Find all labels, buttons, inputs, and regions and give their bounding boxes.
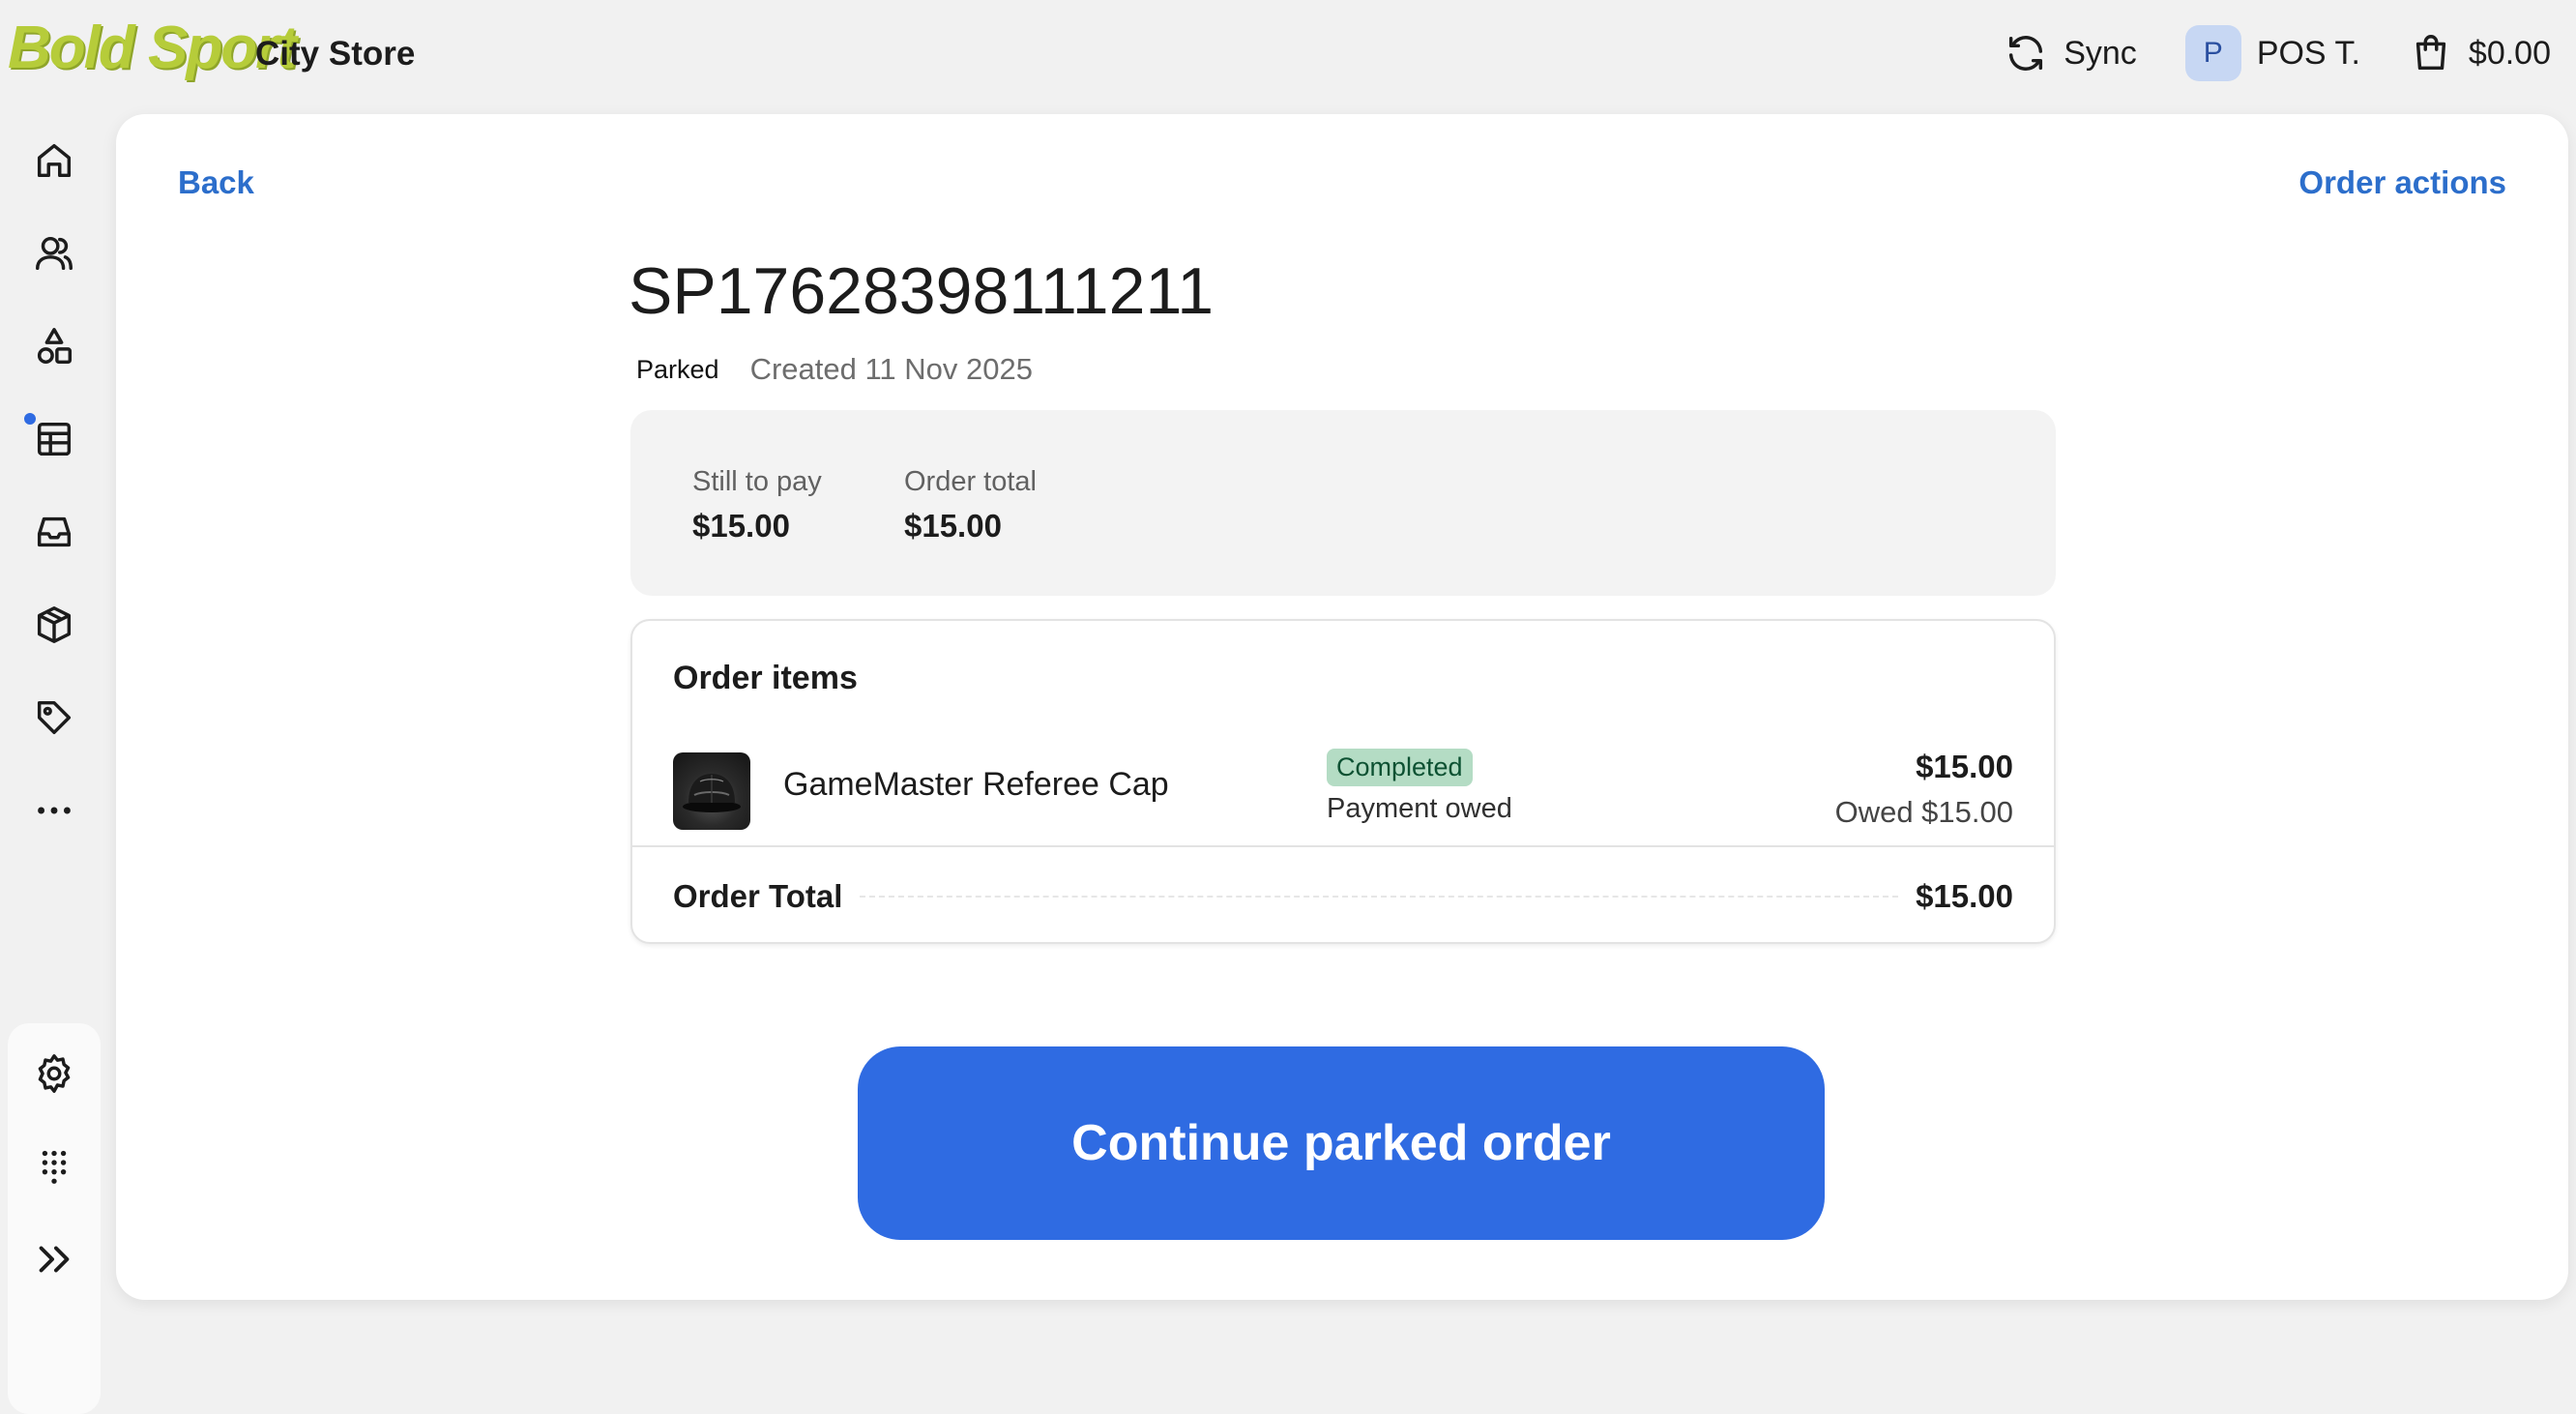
more-icon (38, 807, 71, 814)
order-total-label: Order total (904, 466, 1037, 497)
sidebar-expand-button[interactable] (29, 1234, 79, 1284)
sidebar-item-products[interactable] (29, 321, 79, 371)
sidebar-item-inbox[interactable] (29, 507, 79, 557)
order-detail-panel: Back Order actions SP17628398111211 Park… (116, 114, 2568, 1300)
order-id-title: SP17628398111211 (629, 254, 1215, 328)
products-icon (37, 328, 73, 365)
sidebar-item-more[interactable] (29, 785, 79, 836)
cart-total: $0.00 (2468, 34, 2551, 72)
line-item-owed: Owed $15.00 (1834, 795, 2013, 829)
keypad-icon (42, 1150, 67, 1184)
sidebar-item-inventory[interactable] (29, 600, 79, 650)
inventory-icon (37, 606, 72, 643)
divider (632, 845, 2054, 847)
order-total-row: Order Total $15.00 (673, 874, 2013, 919)
discounts-icon (37, 700, 72, 735)
avatar: P (2184, 25, 2241, 81)
user-menu-button[interactable]: P POS T. (2184, 25, 2360, 81)
cart-button[interactable]: $0.00 (2409, 31, 2551, 75)
top-bar: Bold Sport City Store Sync P POS T. $0.0… (0, 0, 2576, 106)
expand-icon (39, 1246, 70, 1273)
created-date: Created 11 Nov 2025 (749, 352, 1033, 386)
sidebar (0, 106, 108, 1414)
customers-icon (36, 236, 73, 271)
continue-parked-order-button[interactable]: Continue parked order (858, 1046, 1825, 1240)
sidebar-item-orders[interactable] (29, 414, 79, 464)
line-item-price: $15.00 (1916, 749, 2013, 784)
sidebar-item-customers[interactable] (29, 228, 79, 279)
home-icon (37, 143, 72, 178)
payment-summary: Still to pay $15.00 Order total $15.00 (630, 410, 2056, 596)
order-total-summary: Order total $15.00 (904, 466, 1037, 545)
payment-status: Payment owed (1327, 793, 1512, 824)
order-items-card: Order items GameMaster Referee Cap Compl… (630, 619, 2056, 944)
store-name: City Store (255, 35, 416, 73)
brand-logo[interactable]: Bold Sport (8, 14, 297, 82)
still-to-pay-value: $15.00 (692, 508, 790, 544)
status-badge: Parked (636, 354, 719, 384)
fulfillment-status-badge: Completed (1327, 749, 1473, 786)
order-status-row: Parked Created 11 Nov 2025 (636, 352, 1033, 387)
shopping-bag-icon (2415, 35, 2446, 71)
order-actions-link[interactable]: Order actions (2298, 164, 2506, 201)
sidebar-item-discounts[interactable] (29, 692, 79, 743)
order-total-row-label: Order Total (673, 878, 843, 914)
sync-label: Sync (2064, 34, 2137, 72)
still-to-pay-label: Still to pay (692, 466, 822, 497)
still-to-pay: Still to pay $15.00 (692, 466, 822, 545)
order-items-title: Order items (673, 660, 858, 696)
cap-image (683, 774, 741, 812)
sync-icon (2009, 36, 2043, 71)
product-thumbnail (673, 752, 750, 830)
top-bar-actions: Sync P POS T. $0.00 (1955, 23, 2551, 83)
sync-button[interactable]: Sync (2004, 31, 2137, 75)
sidebar-item-home[interactable] (29, 135, 79, 186)
user-name: POS T. (2256, 34, 2360, 72)
order-total-row-value: $15.00 (1916, 878, 2013, 914)
sidebar-item-keypad[interactable] (29, 1139, 79, 1190)
product-name: GameMaster Referee Cap (783, 766, 1169, 803)
back-link[interactable]: Back (178, 164, 254, 201)
orders-icon (37, 422, 72, 457)
dotted-leader (860, 896, 1899, 898)
inbox-icon (37, 516, 72, 547)
settings-icon (38, 1054, 71, 1093)
order-total-value: $15.00 (904, 508, 1002, 544)
sidebar-item-settings[interactable] (29, 1048, 79, 1099)
